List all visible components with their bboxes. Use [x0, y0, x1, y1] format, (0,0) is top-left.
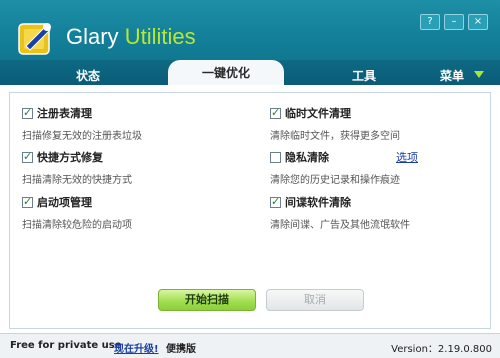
registry-cleaner-desc: 扫描修复无效的注册表垃圾 — [22, 131, 142, 142]
minimize-button[interactable]: – — [444, 14, 464, 30]
spyware-remover-checkbox[interactable] — [270, 195, 281, 208]
shortcut-fixer-checkbox[interactable] — [22, 150, 33, 163]
spyware-remover-title: 间谍软件清除 — [285, 196, 351, 209]
menu-dropdown-icon[interactable] — [474, 71, 484, 78]
temp-files-checkbox[interactable] — [270, 106, 281, 119]
app-title-glary: Glary — [66, 24, 119, 49]
shortcut-fixer-desc: 扫描清除无效的快捷方式 — [22, 175, 132, 186]
tab-one-click-optimize[interactable]: 一键优化 — [168, 60, 284, 85]
item-temp-files-cleaner: 临时文件清理 清除临时文件，获得更多空间 — [270, 105, 400, 142]
item-registry-cleaner: 注册表清理 扫描修复无效的注册表垃圾 — [22, 105, 142, 142]
cancel-button[interactable]: 取消 — [266, 289, 364, 311]
portable-version-link[interactable]: 便携版 — [166, 340, 196, 355]
spyware-remover-desc: 清除间谍、广告及其他流氓软件 — [270, 220, 410, 231]
help-button[interactable]: ? — [420, 14, 440, 30]
options-link[interactable]: 选项 — [396, 149, 418, 165]
app-title: Glary Utilities — [66, 24, 196, 50]
temp-files-desc: 清除临时文件，获得更多空间 — [270, 131, 400, 142]
shortcut-fixer-title: 快捷方式修复 — [37, 151, 103, 164]
item-spyware-remover: 间谍软件清除 清除间谍、广告及其他流氓软件 — [270, 194, 410, 231]
tab-status[interactable]: 状态 — [76, 67, 100, 84]
start-scan-button[interactable]: 开始扫描 — [158, 289, 256, 311]
temp-files-title: 临时文件清理 — [285, 107, 351, 120]
startup-manager-title: 启动项管理 — [37, 196, 92, 209]
app-title-utilities: Utilities — [124, 24, 196, 49]
privacy-cleaner-title: 隐私清除 — [285, 151, 329, 164]
item-shortcut-fixer: 快捷方式修复 扫描清除无效的快捷方式 — [22, 149, 132, 186]
footer-bar: Free for private use 现在升级! 便携版 Version：2… — [0, 333, 500, 358]
window-controls: ? – × — [420, 14, 488, 30]
tab-tools[interactable]: 工具 — [352, 67, 376, 84]
version-text: Version：2.19.0.800 — [391, 344, 492, 355]
privacy-cleaner-checkbox[interactable] — [270, 151, 281, 163]
registry-cleaner-checkbox[interactable] — [22, 106, 33, 119]
item-privacy-cleaner: 隐私清除 清除您的历史记录和操作痕迹 — [270, 149, 400, 186]
tab-menu[interactable]: 菜单 — [440, 67, 464, 84]
app-window: Glary Utilities ? – × 状态 一键优化 工具 菜单 注册表清… — [0, 0, 500, 358]
glary-logo-icon — [18, 23, 51, 55]
upgrade-link[interactable]: 现在升级! — [114, 340, 159, 355]
startup-manager-checkbox[interactable] — [22, 195, 33, 208]
registry-cleaner-title: 注册表清理 — [37, 107, 92, 120]
startup-manager-desc: 扫描清除较危险的启动项 — [22, 220, 132, 231]
close-button[interactable]: × — [468, 14, 488, 30]
main-nav: 状态 一键优化 工具 菜单 — [0, 60, 500, 85]
item-startup-manager: 启动项管理 扫描清除较危险的启动项 — [22, 194, 132, 231]
free-license-text: Free for private use — [10, 340, 122, 351]
privacy-cleaner-desc: 清除您的历史记录和操作痕迹 — [270, 175, 400, 186]
